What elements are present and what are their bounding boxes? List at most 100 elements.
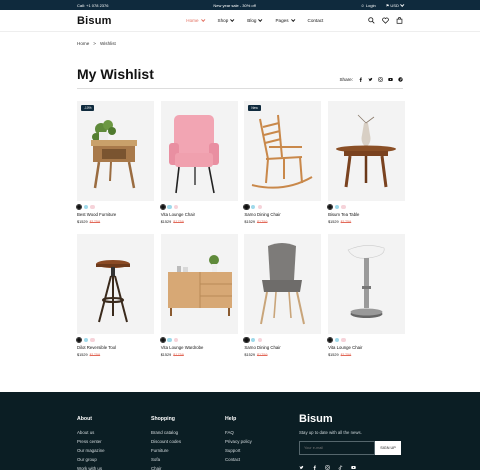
- product-image[interactable]: -10%: [77, 101, 154, 201]
- breadcrumb: Home > Wishlist: [0, 32, 480, 46]
- product-name[interactable]: Bisum Tea Table: [328, 212, 405, 217]
- product-card[interactable]: Bisum Tea Table $1529 $1759: [326, 101, 406, 224]
- nav-home[interactable]: Home: [186, 17, 205, 23]
- swatch-black[interactable]: [326, 336, 334, 345]
- product-name[interactable]: Sarno Dining Chair: [244, 345, 321, 350]
- cart-icon[interactable]: [396, 17, 403, 24]
- email-input[interactable]: [299, 441, 375, 455]
- swatch-pink[interactable]: [257, 338, 262, 343]
- footer-link[interactable]: Our group: [77, 457, 105, 462]
- product-card[interactable]: Vita Lounge Wardrobe $1529 $1759: [159, 234, 238, 357]
- swatch-blue[interactable]: [83, 205, 88, 210]
- footer-link[interactable]: Sofa: [151, 457, 181, 462]
- footer-link[interactable]: Press center: [77, 439, 105, 444]
- breadcrumb-home[interactable]: Home: [77, 41, 89, 46]
- nav-shop[interactable]: Shop: [218, 17, 235, 23]
- product-card[interactable]: -10% Best Wood Furniture $1529 $1759: [75, 101, 154, 225]
- swatch-black[interactable]: [159, 203, 167, 211]
- product-name[interactable]: Vita Lounge Chair: [161, 212, 238, 217]
- swatch-blue[interactable]: [167, 338, 172, 343]
- swatch-pink[interactable]: [341, 338, 346, 343]
- youtube-icon[interactable]: [388, 77, 393, 82]
- product-name[interactable]: Dilot Reversible Tool: [77, 345, 154, 350]
- product-image[interactable]: [160, 234, 238, 335]
- swatch-pink[interactable]: [174, 338, 179, 343]
- wishlist-grid: -10% Best Wood Furniture $1529 $1759 Vit…: [75, 101, 406, 357]
- footer-link[interactable]: Brand catalog: [151, 430, 181, 435]
- instagram-icon[interactable]: [378, 77, 383, 82]
- product-image[interactable]: [160, 101, 238, 201]
- product-price: $1529 $1759: [77, 220, 101, 225]
- footer-link[interactable]: FAQ: [225, 430, 252, 435]
- chevron-down-icon: [230, 17, 235, 22]
- swatch-pink[interactable]: [341, 205, 346, 210]
- heart-icon[interactable]: [382, 17, 389, 24]
- swatch-blue[interactable]: [251, 205, 256, 210]
- footer-logo[interactable]: Bisum: [299, 413, 401, 425]
- product-image[interactable]: New: [244, 101, 322, 201]
- logo[interactable]: Bisum: [77, 15, 112, 27]
- footer-link[interactable]: Discount codes: [151, 439, 181, 444]
- rocking-chair-image: [252, 114, 313, 189]
- swatch-pink[interactable]: [90, 205, 95, 210]
- nav-blog[interactable]: Blog: [247, 17, 263, 23]
- swatch-blue[interactable]: [167, 205, 172, 210]
- product-name[interactable]: Vita Lounge Wardrobe: [161, 345, 238, 350]
- signup-button[interactable]: SIGN UP: [375, 441, 401, 455]
- swatch-blue[interactable]: [334, 205, 339, 210]
- nav-contact[interactable]: Contact: [308, 18, 324, 23]
- swatch-blue[interactable]: [334, 338, 339, 343]
- footer-link[interactable]: About us: [77, 430, 105, 435]
- footer-link[interactable]: Privacy policy: [225, 439, 252, 444]
- tiktok-icon[interactable]: [338, 465, 343, 470]
- product-name[interactable]: Sarno Dining Chair: [244, 212, 321, 217]
- product-image[interactable]: [328, 234, 406, 335]
- swatch-black[interactable]: [159, 336, 167, 345]
- youtube-icon[interactable]: [351, 465, 356, 470]
- share-bar: Share:: [339, 77, 403, 82]
- search-icon[interactable]: [368, 17, 375, 24]
- swatch-pink[interactable]: [90, 338, 95, 343]
- product-name[interactable]: Best Wood Furniture: [77, 212, 154, 217]
- product-card[interactable]: Sarno Dining Chair $1529 $1759: [242, 234, 322, 357]
- product-image[interactable]: [77, 234, 154, 335]
- facebook-icon[interactable]: [312, 465, 317, 470]
- footer-heading: About: [77, 416, 92, 422]
- swatch-black[interactable]: [242, 203, 251, 211]
- flag-icon: ⚑: [385, 2, 390, 8]
- login-link[interactable]: ☺ Login: [361, 3, 376, 8]
- facebook-icon[interactable]: [358, 77, 363, 82]
- breadcrumb-separator: >: [93, 41, 96, 46]
- product-name[interactable]: Vita Lounge Chair: [328, 345, 405, 350]
- product-card[interactable]: New Sarno Dining Chair $1529 $1759: [242, 101, 322, 224]
- swatch-blue[interactable]: [83, 338, 88, 343]
- swatch-blue[interactable]: [251, 338, 256, 343]
- product-card[interactable]: Vita Lounge Chair $1529 $1759: [326, 234, 406, 357]
- product-card[interactable]: Vita Lounge Chair $1529 $1759: [159, 101, 238, 224]
- twitter-icon[interactable]: [299, 465, 304, 470]
- chevron-down-icon: [258, 17, 263, 22]
- swatch-black[interactable]: [75, 203, 83, 211]
- footer-link[interactable]: Work with us: [77, 466, 105, 471]
- currency-select[interactable]: ⚑ USD: [385, 2, 405, 8]
- twitter-icon[interactable]: [368, 77, 373, 82]
- footer-link[interactable]: Furniture: [151, 448, 181, 453]
- instagram-icon[interactable]: [325, 465, 330, 470]
- chevron-down-icon: [290, 17, 295, 22]
- footer-link[interactable]: Chair: [151, 466, 181, 471]
- swatch-black[interactable]: [326, 203, 334, 211]
- swatch-pink[interactable]: [257, 205, 262, 210]
- swatch-pink[interactable]: [174, 205, 179, 210]
- tea-table-image: [336, 114, 397, 188]
- swatch-black[interactable]: [75, 336, 83, 345]
- nav-pages[interactable]: Pages: [275, 17, 295, 23]
- header: Bisum Home Shop Blog Pages Contact: [0, 10, 480, 32]
- footer-link[interactable]: Support: [225, 448, 252, 453]
- product-image[interactable]: [328, 101, 406, 201]
- footer-link[interactable]: Contact: [225, 457, 252, 462]
- swatch-black[interactable]: [242, 336, 251, 345]
- product-card[interactable]: Dilot Reversible Tool $1529 $1759: [75, 234, 154, 357]
- product-image[interactable]: [244, 234, 322, 335]
- pinterest-icon[interactable]: [398, 77, 403, 82]
- footer-link[interactable]: Our magazine: [77, 448, 105, 453]
